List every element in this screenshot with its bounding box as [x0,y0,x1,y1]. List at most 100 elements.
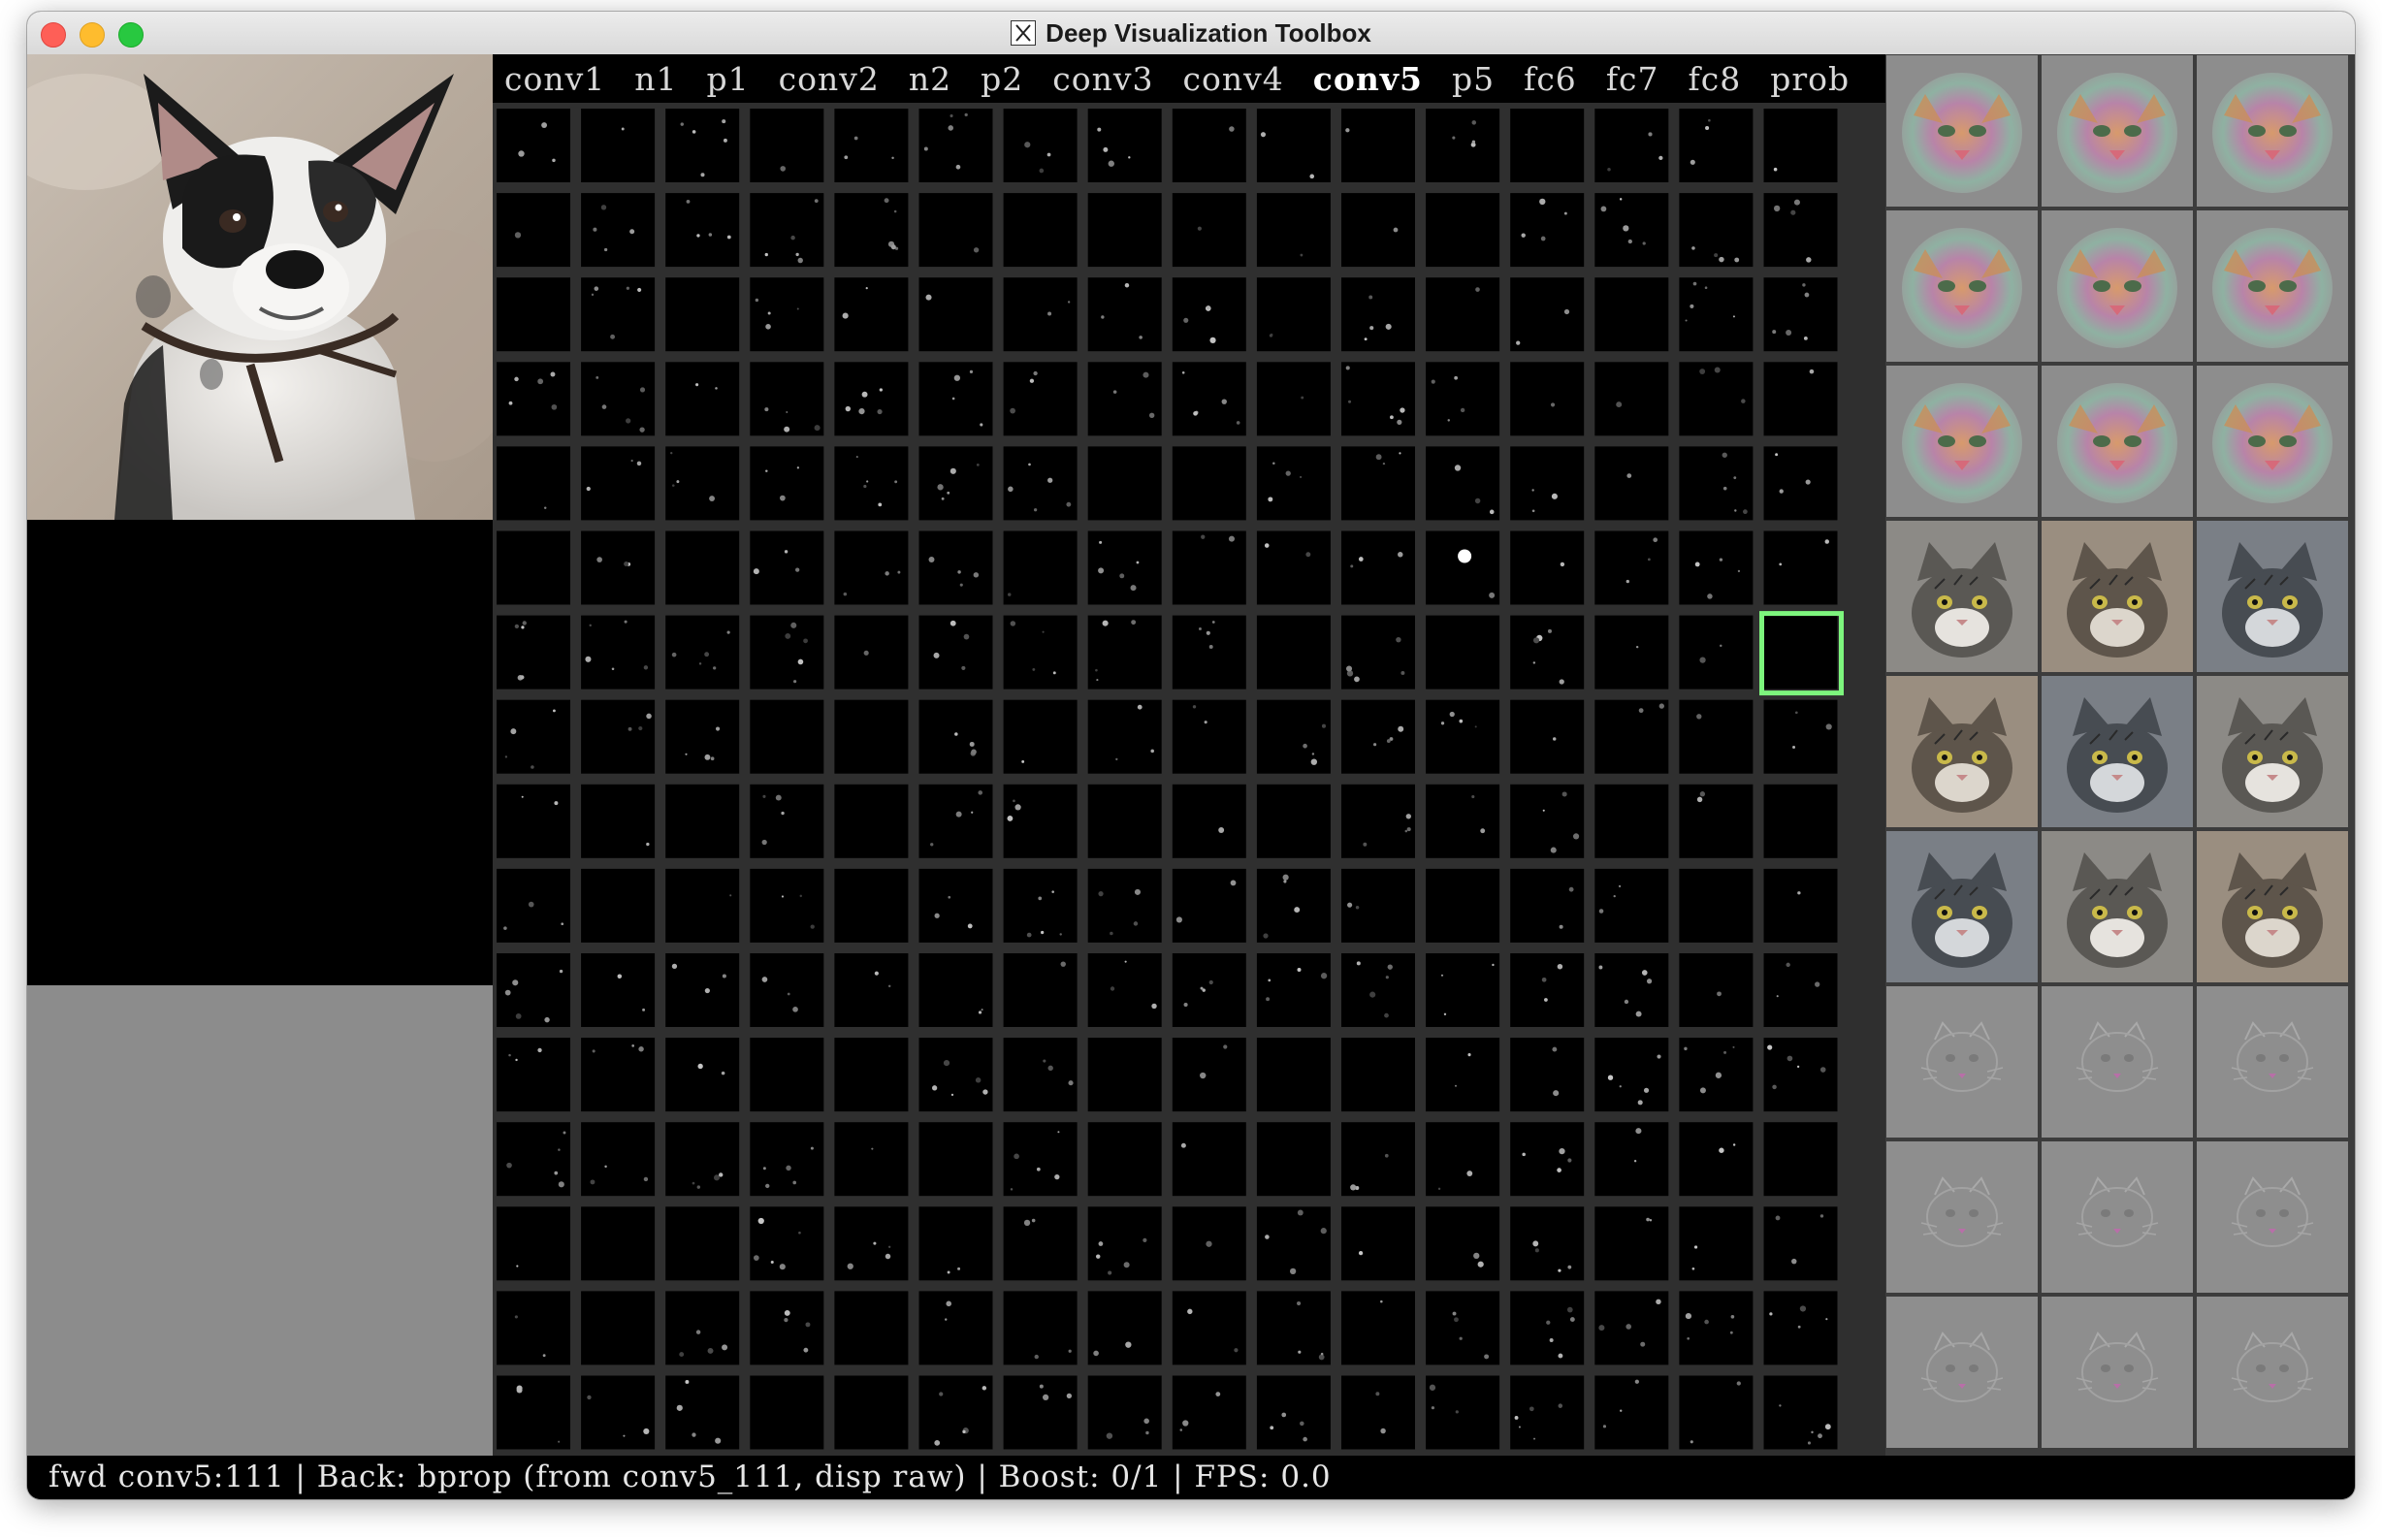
layer-tab-p1[interactable]: p1 [707,60,750,98]
unit-cell[interactable] [1087,109,1162,182]
unit-cell[interactable] [1510,1038,1585,1112]
unit-cell[interactable] [581,193,656,268]
unit-cell[interactable] [1256,193,1331,268]
unit-cell[interactable] [581,1375,656,1450]
unit-cell[interactable] [1087,784,1162,858]
unit-cell[interactable] [1763,277,1838,352]
unit-cell[interactable] [1510,446,1585,521]
unit-cell[interactable] [1763,1375,1838,1450]
unit-cell[interactable] [1594,1291,1669,1365]
unit-cell[interactable] [1256,784,1331,858]
unit-cell[interactable] [1087,953,1162,1027]
unit-cell[interactable] [834,953,909,1027]
unit-cell[interactable] [1003,530,1078,605]
unit-cell[interactable] [750,699,824,774]
unit-cell[interactable] [1172,1375,1246,1450]
unit-cell[interactable] [1341,1122,1415,1197]
unit-cell[interactable] [1172,784,1246,858]
unit-cell[interactable] [750,277,824,352]
unit-cell[interactable] [918,1206,993,1281]
unit-cell[interactable] [497,1038,570,1112]
unit-cell[interactable] [1003,362,1078,436]
unit-cell[interactable] [665,109,740,182]
top-image-tile[interactable] [1886,676,2038,827]
unit-cell[interactable] [1003,699,1078,774]
optimized-image-tile[interactable] [1886,55,2038,207]
unit-cell[interactable] [665,615,740,690]
unit-activation-grid[interactable] [493,103,1885,1456]
unit-cell[interactable] [1341,699,1415,774]
unit-cell[interactable] [1763,446,1838,521]
unit-cell[interactable] [1172,530,1246,605]
unit-cell[interactable] [1679,868,1754,943]
unit-cell[interactable] [1341,1375,1415,1450]
unit-cell[interactable] [1510,1375,1585,1450]
unit-cell[interactable] [918,109,993,182]
unit-cell[interactable] [1256,446,1331,521]
unit-cell[interactable] [918,193,993,268]
unit-cell[interactable] [497,1122,570,1197]
unit-cell[interactable] [1426,193,1500,268]
unit-cell[interactable] [834,699,909,774]
layer-tab-conv5[interactable]: conv5 [1313,60,1423,98]
unit-cell[interactable] [497,277,570,352]
unit-cell[interactable] [918,953,993,1027]
unit-cell[interactable] [1763,109,1838,182]
unit-cell[interactable] [1426,784,1500,858]
unit-cell[interactable] [581,1291,656,1365]
unit-cell[interactable] [1256,530,1331,605]
unit-cell[interactable] [497,1291,570,1365]
unit-cell[interactable] [1341,953,1415,1027]
layer-tab-conv2[interactable]: conv2 [779,60,880,98]
unit-cell[interactable] [1256,953,1331,1027]
unit-cell[interactable] [1256,1206,1331,1281]
unit-cell[interactable] [1510,953,1585,1027]
unit-cell[interactable] [581,699,656,774]
unit-cell[interactable] [1759,611,1844,696]
unit-cell[interactable] [497,193,570,268]
unit-cell[interactable] [1679,362,1754,436]
unit-cell[interactable] [750,530,824,605]
unit-cell[interactable] [1594,446,1669,521]
unit-cell[interactable] [1763,1206,1838,1281]
unit-cell[interactable] [581,953,656,1027]
unit-cell[interactable] [750,1206,824,1281]
unit-cell[interactable] [750,953,824,1027]
unit-cell[interactable] [1594,953,1669,1027]
unit-cell[interactable] [918,868,993,943]
deconv-image-tile[interactable] [2197,1141,2348,1293]
unit-cell[interactable] [1679,615,1754,690]
unit-cell[interactable] [1172,1291,1246,1365]
unit-cell[interactable] [497,1206,570,1281]
layer-tab-conv1[interactable]: conv1 [504,60,605,98]
unit-cell[interactable] [1256,615,1331,690]
unit-cell[interactable] [665,953,740,1027]
unit-cell[interactable] [1594,277,1669,352]
unit-cell[interactable] [1003,1206,1078,1281]
unit-cell[interactable] [1763,953,1838,1027]
unit-cell[interactable] [1426,699,1500,774]
unit-cell[interactable] [1087,446,1162,521]
optimized-image-tile[interactable] [2042,55,2193,207]
deconv-image-tile[interactable] [2042,986,2193,1138]
unit-cell[interactable] [750,446,824,521]
unit-cell[interactable] [581,109,656,182]
unit-cell[interactable] [1510,699,1585,774]
unit-cell[interactable] [1594,362,1669,436]
unit-cell[interactable] [834,1206,909,1281]
unit-cell[interactable] [497,784,570,858]
unit-cell[interactable] [1087,868,1162,943]
unit-cell[interactable] [1341,615,1415,690]
unit-cell[interactable] [1256,699,1331,774]
layer-tab-prob[interactable]: prob [1770,60,1850,98]
unit-cell[interactable] [1510,362,1585,436]
unit-cell[interactable] [581,277,656,352]
layer-tab-n2[interactable]: n2 [909,60,951,98]
unit-cell[interactable] [665,1122,740,1197]
unit-cell[interactable] [1510,109,1585,182]
unit-cell[interactable] [1679,1375,1754,1450]
unit-cell[interactable] [1594,868,1669,943]
unit-cell[interactable] [1087,1291,1162,1365]
unit-cell[interactable] [1172,362,1246,436]
unit-cell[interactable] [1003,109,1078,182]
